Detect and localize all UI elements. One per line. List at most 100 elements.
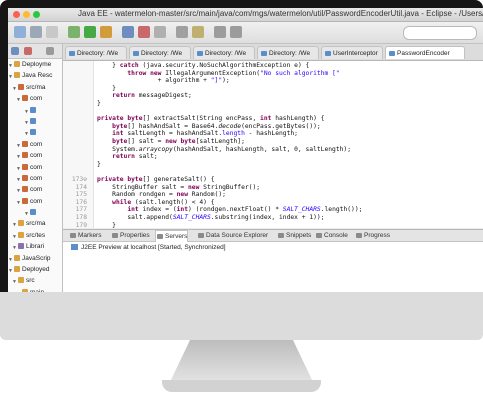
explorer-item-label: Java Resc	[22, 72, 53, 80]
close-window-button[interactable]	[13, 11, 20, 18]
explorer-tree-item[interactable]: ▼ com	[8, 184, 62, 195]
monitor-stand	[170, 340, 313, 382]
new-icon[interactable]	[14, 26, 26, 38]
code-text: }	[97, 221, 116, 228]
package-explorer-tab[interactable]	[11, 47, 19, 55]
zoom-window-button[interactable]	[33, 11, 40, 18]
forward-icon[interactable]	[230, 26, 242, 38]
java-file-icon	[30, 117, 36, 124]
bottom-tab-bar: Markers Properties Servers Data Source Expl…	[63, 230, 483, 242]
explorer-tree-item[interactable]: ▼ Deployme	[8, 59, 62, 70]
server-label: J2EE Preview at localhost [Started, Sync…	[81, 244, 226, 251]
editor-tab[interactable]: PasswordEncoder	[385, 46, 465, 59]
screen: Java EE - watermelon-master/src/main/jav…	[8, 8, 483, 292]
explorer-tree-item[interactable]: ▼ com	[8, 162, 62, 173]
editor-tab[interactable]: UserInterceptor	[321, 46, 383, 59]
package-icon	[22, 197, 28, 204]
folder-icon	[14, 61, 20, 67]
package-icon	[22, 95, 28, 102]
package-icon	[22, 140, 28, 147]
back-icon[interactable]	[214, 26, 226, 38]
annotation-icon[interactable]	[192, 26, 204, 38]
open-type-icon[interactable]	[154, 26, 166, 38]
line-number: 179	[75, 221, 87, 228]
explorer-item-label: com	[30, 140, 43, 148]
explorer-item-label: src/tes	[26, 231, 46, 239]
monitor-base	[162, 380, 321, 392]
quick-access-input[interactable]	[403, 26, 477, 40]
explorer-tree-item[interactable]: ▼ com	[8, 196, 62, 207]
explorer-tree-item[interactable]: ▼	[8, 105, 62, 116]
folder-icon	[14, 266, 20, 273]
explorer-tree-item[interactable]: ▼ com	[8, 139, 62, 150]
external-tools-icon[interactable]	[100, 26, 112, 38]
folder-icon	[14, 254, 20, 261]
explorer-item-label: com	[30, 163, 43, 171]
folder-icon	[14, 72, 20, 79]
editor-tab[interactable]: Directory: /We	[257, 46, 319, 59]
bottom-panel: Markers Properties Servers Data Source Expl…	[63, 229, 483, 292]
close-icon[interactable]	[24, 47, 32, 55]
library-icon	[18, 243, 24, 250]
explorer-item-label: Deployed	[22, 266, 50, 274]
explorer-tree-item[interactable]: ▼	[8, 127, 62, 138]
code-editor[interactable]: } catch (java.security.NoSuchAlgorithmEx…	[63, 61, 483, 228]
explorer-tabs	[8, 44, 62, 59]
view-menu-icon[interactable]	[46, 47, 54, 55]
new-java-project-icon[interactable]	[122, 26, 134, 38]
explorer-tree-item[interactable]: ▼ main	[8, 287, 62, 292]
editor-tab[interactable]: Directory: /We	[193, 46, 255, 59]
editor-tab[interactable]: Directory: /We	[129, 46, 191, 59]
explorer-item-label: src/ma	[26, 220, 46, 228]
explorer-tree-item[interactable]: ▼	[8, 207, 62, 218]
explorer-tree-item[interactable]: ▼ com	[8, 173, 62, 184]
explorer-item-label: JavaScrip	[22, 254, 51, 262]
bottom-tab[interactable]: Console	[315, 230, 348, 241]
explorer-item-label: main	[30, 287, 44, 292]
package-icon	[22, 186, 28, 193]
explorer-tree-item[interactable]: ▼ Deployed	[8, 264, 62, 275]
explorer-item-label: com	[30, 152, 43, 160]
explorer-item-label: com	[30, 186, 43, 194]
bottom-tab[interactable]: Properties	[111, 230, 150, 241]
bottom-tab[interactable]: Progress	[355, 230, 390, 241]
explorer-item-label: com	[30, 95, 43, 103]
bottom-tab[interactable]: Data Source Explorer	[197, 230, 268, 241]
package-icon	[18, 83, 24, 90]
explorer-tree-item[interactable]: ▼ src	[8, 275, 62, 286]
bottom-tab[interactable]: Servers	[155, 230, 189, 242]
save-icon[interactable]	[30, 26, 42, 38]
run-icon[interactable]	[84, 26, 96, 38]
explorer-tree-item[interactable]: ▼	[8, 116, 62, 127]
explorer-tree-item[interactable]: ▼ src/ma	[8, 82, 62, 93]
explorer-tree-item[interactable]: ▼ com	[8, 93, 62, 104]
expand-arrow-icon[interactable]: ▼	[16, 289, 21, 292]
project-explorer: ▼ Deployme ▼ Java Resc ▼ src/ma ▼ com ▼ ▼ ▼ ▼ com ▼ co…	[8, 44, 63, 292]
monitor-chin	[0, 292, 483, 340]
minimize-window-button[interactable]	[23, 11, 30, 18]
explorer-tree-item[interactable]: ▼ Java Resc	[8, 70, 62, 81]
title-bar: Java EE - watermelon-master/src/main/jav…	[8, 8, 483, 22]
java-file-icon	[30, 209, 36, 216]
explorer-tree-item[interactable]: ▼ Librari	[8, 241, 62, 252]
server-row[interactable]: J2EE Preview at localhost [Started, Sync…	[71, 244, 226, 251]
editor-tab[interactable]: Directory: /We	[65, 46, 127, 59]
debug-icon[interactable]	[68, 26, 80, 38]
explorer-item-label: com	[30, 174, 43, 182]
folder-icon	[18, 220, 24, 227]
window-title: Java EE - watermelon-master/src/main/jav…	[78, 9, 483, 18]
code-line: 179 }	[63, 222, 483, 228]
explorer-tree-item[interactable]: ▼ com	[8, 150, 62, 161]
toolbar	[8, 22, 483, 44]
java-file-icon	[30, 106, 36, 113]
bottom-tab[interactable]: Snippets	[277, 230, 311, 241]
new-package-icon[interactable]	[138, 26, 150, 38]
server-icon	[71, 244, 78, 251]
explorer-tree-item[interactable]: ▼ JavaScrip	[8, 253, 62, 264]
folder-icon	[22, 288, 28, 292]
search-icon[interactable]	[176, 26, 188, 38]
explorer-tree-item[interactable]: ▼ src/ma	[8, 218, 62, 229]
print-icon[interactable]	[46, 26, 58, 38]
bottom-tab[interactable]: Markers	[69, 230, 101, 241]
explorer-tree-item[interactable]: ▼ src/tes	[8, 230, 62, 241]
